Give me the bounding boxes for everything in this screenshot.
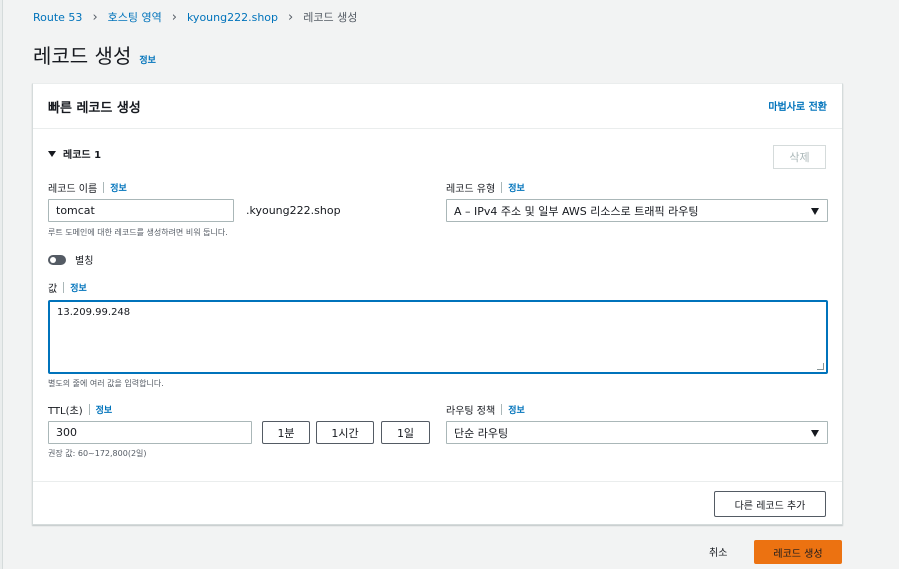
alias-toggle[interactable]: 별칭 <box>48 252 93 267</box>
routing-policy-select[interactable]: 단순 라우팅 <box>446 421 828 444</box>
domain-suffix: .kyoung222.shop <box>246 204 341 217</box>
ttl-input[interactable]: 300 <box>48 421 252 444</box>
ttl-1min-button[interactable]: 1분 <box>262 421 310 444</box>
ttl-1day-button[interactable]: 1일 <box>381 421 430 444</box>
record-type-select[interactable]: A – IPv4 주소 및 일부 AWS 리소스로 트래픽 라우팅 <box>446 199 828 222</box>
divider <box>63 282 65 293</box>
routing-policy-info-link[interactable]: 정보 <box>508 403 525 416</box>
chevron-right-icon: › <box>92 9 98 25</box>
alias-label: 별칭 <box>75 256 94 267</box>
record-type-label: 레코드 유형 정보 <box>446 180 525 195</box>
routing-policy-label-text: 라우팅 정책 <box>446 406 496 417</box>
ttl-label-text: TTL(초) <box>48 406 83 417</box>
record-name-info-link[interactable]: 정보 <box>110 181 127 194</box>
page-title-text: 레코드 생성 <box>33 44 132 68</box>
resize-handle-icon[interactable] <box>817 363 824 370</box>
ttl-1hour-button[interactable]: 1시간 <box>316 421 374 444</box>
value-label-text: 값 <box>48 284 58 295</box>
quick-create-panel: 빠른 레코드 생성 마법사로 전환 레코드 1 삭제 레코드 이름 정보 tom… <box>32 83 843 525</box>
left-edge <box>0 0 3 569</box>
cancel-button[interactable]: 취소 <box>709 544 727 559</box>
divider <box>501 182 503 193</box>
create-records-button[interactable]: 레코드 생성 <box>754 540 842 564</box>
breadcrumb-route53[interactable]: Route 53 <box>33 11 82 24</box>
breadcrumb-current: 레코드 생성 <box>303 11 358 24</box>
chevron-right-icon: › <box>171 9 177 25</box>
ttl-label: TTL(초) 정보 <box>48 402 112 417</box>
chevron-right-icon: › <box>288 9 294 25</box>
breadcrumb-hosted-zones[interactable]: 호스팅 영역 <box>108 9 162 25</box>
page-info-link[interactable]: 정보 <box>139 53 156 66</box>
caret-down-icon <box>811 430 819 437</box>
divider <box>501 404 503 415</box>
panel-title: 빠른 레코드 생성 <box>48 101 141 116</box>
add-another-record-button[interactable]: 다른 레코드 추가 <box>714 491 826 517</box>
ttl-info-link[interactable]: 정보 <box>96 403 113 416</box>
page-title: 레코드 생성 정보 <box>33 40 156 69</box>
delete-button[interactable]: 삭제 <box>773 145 826 169</box>
record-name-label: 레코드 이름 정보 <box>48 180 127 195</box>
breadcrumb: Route 53 › 호스팅 영역 › kyoung222.shop › 레코드… <box>33 9 357 25</box>
ttl-hint: 권장 값: 60~172,800(2일) <box>48 449 147 458</box>
record-name-input[interactable]: tomcat <box>48 199 234 222</box>
toggle-knob <box>50 256 56 263</box>
record-type-value: A – IPv4 주소 및 일부 AWS 리소스로 트래픽 라우팅 <box>454 204 699 218</box>
record-type-info-link[interactable]: 정보 <box>508 181 525 194</box>
breadcrumb-zone[interactable]: kyoung222.shop <box>187 11 278 24</box>
panel-footer-divider <box>33 481 842 482</box>
record-name-hint: 루트 도메인에 대한 레코드를 생성하려면 비워 둡니다. <box>48 228 228 237</box>
switch-to-wizard-link[interactable]: 마법사로 전환 <box>768 98 827 113</box>
record-heading: 레코드 1 <box>63 150 102 161</box>
divider <box>103 182 105 193</box>
record-name-label-text: 레코드 이름 <box>48 184 98 195</box>
panel-header: 빠른 레코드 생성 마법사로 전환 <box>33 84 842 129</box>
value-label: 값 정보 <box>48 280 87 295</box>
record-section-toggle[interactable]: 레코드 1 <box>48 146 101 161</box>
divider <box>88 404 90 415</box>
routing-policy-value: 단순 라우팅 <box>454 426 509 440</box>
value-info-link[interactable]: 정보 <box>70 281 87 294</box>
routing-policy-label: 라우팅 정책 정보 <box>446 402 525 417</box>
toggle-switch[interactable] <box>48 254 66 265</box>
value-textarea[interactable]: 13.209.99.248 <box>48 300 828 374</box>
caret-down-icon <box>48 150 56 157</box>
value-hint: 별도의 줄에 여러 값을 입력합니다. <box>48 379 164 388</box>
record-type-label-text: 레코드 유형 <box>446 184 496 195</box>
value-text: 13.209.99.248 <box>57 307 131 318</box>
caret-down-icon <box>811 208 819 215</box>
